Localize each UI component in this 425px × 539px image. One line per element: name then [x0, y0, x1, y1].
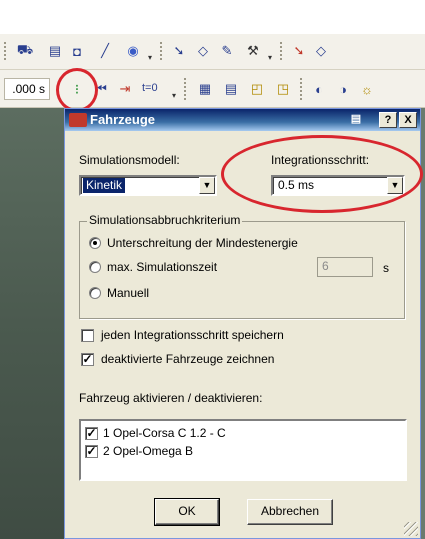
- toolbar-separator: [4, 42, 6, 62]
- step-icon[interactable]: ⇥: [116, 80, 134, 98]
- copy-icon[interactable]: ◰: [248, 80, 266, 98]
- sun-icon[interactable]: ☼: [358, 80, 376, 98]
- radio-min-energy[interactable]: [89, 237, 101, 249]
- scale-icon[interactable]: ▤: [222, 80, 240, 98]
- integration-step-value: 0.5 ms: [278, 178, 315, 192]
- radio-max-time-label[interactable]: max. Simulationszeit: [107, 260, 217, 274]
- crane-icon[interactable]: ⚒: [244, 42, 262, 60]
- pointer-icon[interactable]: ➘: [170, 42, 188, 60]
- traffic-light-icon[interactable]: ⁝: [68, 80, 86, 98]
- resize-grip[interactable]: [404, 522, 418, 536]
- toolbar-separator: [280, 42, 282, 62]
- close-button[interactable]: X: [399, 112, 417, 128]
- draw-inactive-label[interactable]: deaktivierte Fahrzeuge zeichnen: [101, 352, 274, 366]
- radio-min-energy-label[interactable]: Unterschreitung der Mindestenergie: [107, 236, 298, 250]
- arrow-select-icon[interactable]: ➘: [290, 42, 308, 60]
- max-time-field: 6: [317, 257, 373, 277]
- save-each-step-checkbox[interactable]: [81, 329, 94, 342]
- integration-step-label: Integrationsschritt:: [271, 153, 370, 167]
- list-item[interactable]: 1 Opel-Corsa C 1.2 - C: [103, 426, 226, 440]
- vehicle-1-checkbox[interactable]: ✓: [85, 427, 98, 440]
- abort-criteria-title: Simulationsabbruchkriterium: [87, 213, 243, 227]
- simulation-toolbar: ⁝ ⏮ ⇥ t=0 ▾ ▦ ▤ ◰ ◳ ◐ ◑ ☼: [0, 70, 425, 108]
- help-icon[interactable]: ◉: [124, 42, 142, 60]
- shape-icon[interactable]: ◇: [312, 42, 330, 60]
- cancel-button[interactable]: Abbrechen: [247, 499, 333, 525]
- skip-icon[interactable]: ⏮: [92, 80, 110, 98]
- ok-button[interactable]: OK: [154, 498, 220, 526]
- bmp-export-icon[interactable]: ▦: [196, 80, 214, 98]
- chevron-down-icon[interactable]: ▼: [387, 177, 403, 194]
- toolbar-separator: [160, 42, 162, 62]
- radio-manual-label[interactable]: Manuell: [107, 286, 149, 300]
- sim-model-select[interactable]: Kinetik ▼: [79, 175, 217, 196]
- main-toolbar: ⛟ ▤ ◘ ╱ ◉ ▾ ➘ ◇ ✎ ⚒ ▾ ➘ ◇: [0, 34, 425, 70]
- draw-inactive-checkbox[interactable]: ✓: [81, 353, 94, 366]
- vehicles-dialog: Fahrzeuge ▤ ? X Simulationsmodell: Kinet…: [64, 108, 423, 539]
- dropdown-arrow-icon[interactable]: ▾: [148, 54, 156, 62]
- camera-icon[interactable]: ◘: [68, 42, 86, 60]
- save-each-step-label[interactable]: jeden Integrationsschritt speichern: [101, 328, 284, 342]
- paste-icon[interactable]: ◳: [274, 80, 292, 98]
- dialog-title: Fahrzeuge: [90, 112, 156, 127]
- dialog-titlebar[interactable]: Fahrzeuge ▤ ? X: [65, 109, 420, 131]
- simulation-time-field[interactable]: .000 s: [4, 78, 50, 100]
- vehicle-listbox[interactable]: ✓ 1 Opel-Corsa C 1.2 - C ✓ 2 Opel-Omega …: [79, 419, 407, 481]
- dropdown-arrow-icon[interactable]: ▾: [172, 92, 180, 100]
- vehicle-list-label: Fahrzeug aktivieren / deaktivieren:: [79, 391, 263, 405]
- rotate-icon[interactable]: ◐: [310, 80, 328, 98]
- car-icon[interactable]: ⛟: [16, 42, 34, 60]
- reset-time-label[interactable]: t=0: [142, 82, 158, 94]
- chevron-down-icon[interactable]: ▼: [199, 177, 215, 194]
- radio-manual[interactable]: [89, 287, 101, 299]
- workspace-background-right: [421, 108, 425, 539]
- print-icon[interactable]: ▤: [347, 112, 365, 128]
- line-tool-icon[interactable]: ╱: [96, 42, 114, 60]
- radio-max-time[interactable]: [89, 261, 101, 273]
- max-time-unit: s: [383, 261, 389, 275]
- polygon-icon[interactable]: ◇: [194, 42, 212, 60]
- toolbar-separator: [184, 78, 186, 100]
- rotate-alt-icon[interactable]: ◑: [334, 80, 352, 98]
- sim-model-label: Simulationsmodell:: [79, 153, 180, 167]
- list-item[interactable]: 2 Opel-Omega B: [103, 444, 193, 458]
- marker-icon[interactable]: ✎: [218, 42, 236, 60]
- tree-icon[interactable]: ▤: [46, 42, 64, 60]
- workspace-background: [0, 108, 64, 539]
- highlight-integration-step: [221, 135, 423, 213]
- help-button[interactable]: ?: [379, 112, 397, 128]
- vehicle-2-checkbox[interactable]: ✓: [85, 445, 98, 458]
- toolbar-separator: [300, 78, 302, 100]
- dropdown-arrow-icon[interactable]: ▾: [268, 54, 276, 62]
- vehicle-icon: [69, 113, 87, 127]
- integration-step-select[interactable]: 0.5 ms ▼: [271, 175, 405, 196]
- sim-model-value: Kinetik: [83, 178, 126, 193]
